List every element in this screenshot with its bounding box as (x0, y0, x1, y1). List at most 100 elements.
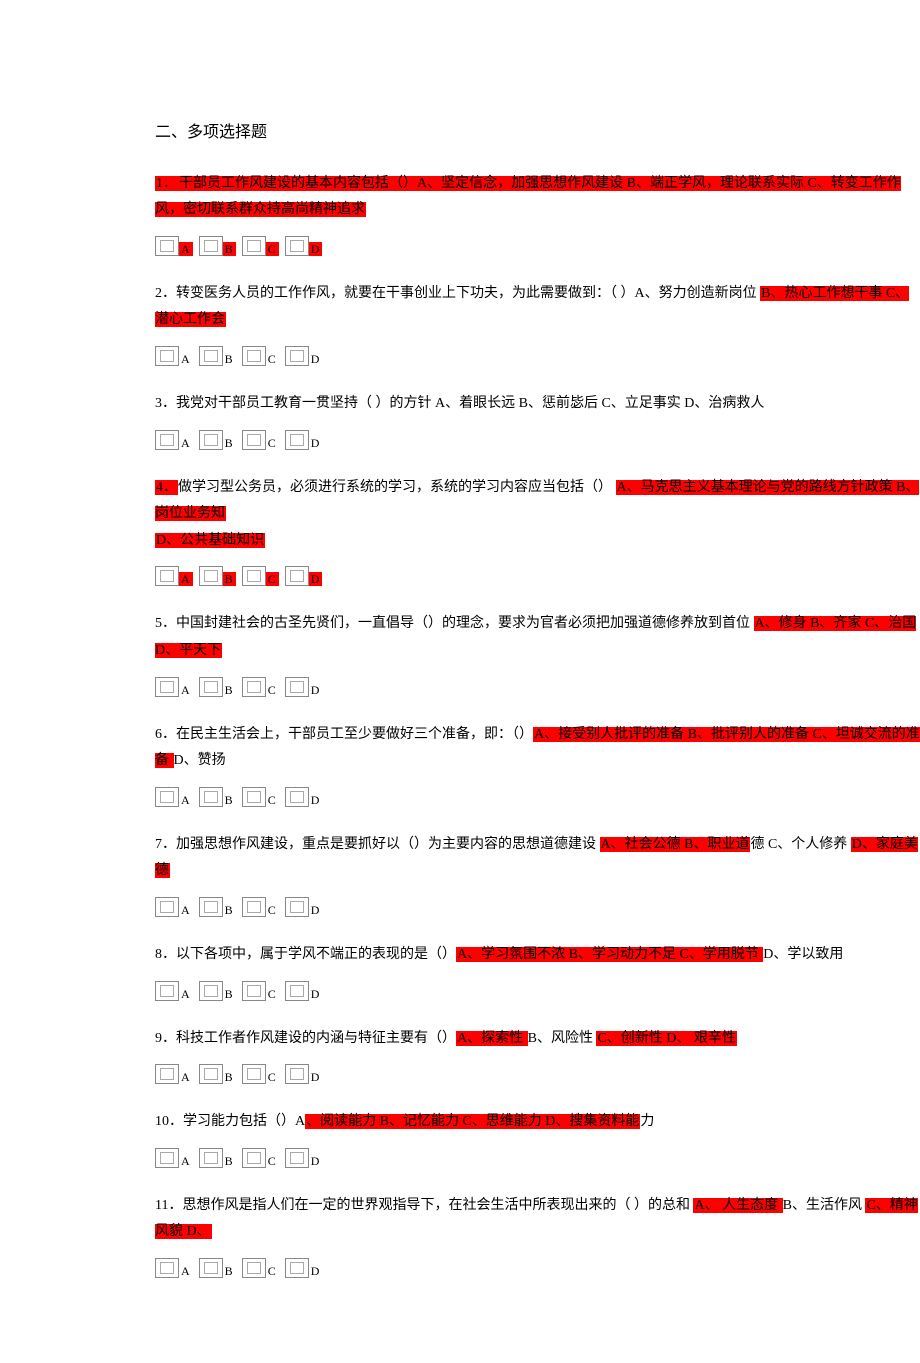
answer-option: A (155, 677, 193, 697)
question-text: 5．中国封建社会的古圣先贤们，一直倡导（）的理念，要求为官者必须把加强道德修养放… (155, 611, 920, 664)
question-number: 8． (155, 947, 176, 962)
answer-option: B (199, 236, 236, 256)
checkbox[interactable] (285, 566, 309, 586)
question-number: 9． (155, 1031, 176, 1046)
option-label: B (223, 1264, 236, 1278)
checkbox[interactable] (242, 1148, 266, 1168)
answer-options: ABCD (155, 1148, 920, 1168)
checkbox[interactable] (199, 677, 223, 697)
question: 8．以下各项中，属于学风不端正的表现的是（）A、学习氛围不浓 B、学习动力不足 … (155, 942, 920, 1001)
option-label: A (179, 1070, 193, 1084)
option-label: D (309, 436, 323, 450)
checkbox[interactable] (242, 1258, 266, 1278)
checkbox[interactable] (155, 1064, 179, 1084)
option-label: C (266, 1154, 279, 1168)
checkbox[interactable] (199, 897, 223, 917)
checkbox[interactable] (285, 1148, 309, 1168)
checkbox[interactable] (155, 897, 179, 917)
checkbox[interactable] (242, 346, 266, 366)
answer-option: A (155, 346, 193, 366)
checkbox[interactable] (285, 1258, 309, 1278)
answer-option: D (285, 236, 323, 256)
answer-options: ABCD (155, 346, 920, 366)
checkbox[interactable] (155, 1148, 179, 1168)
option-label: A (179, 683, 193, 697)
checkbox[interactable] (199, 430, 223, 450)
answer-option: D (285, 677, 323, 697)
checkbox[interactable] (199, 1258, 223, 1278)
option-label: C (266, 436, 279, 450)
checkbox[interactable] (242, 897, 266, 917)
option-label: C (266, 1264, 279, 1278)
checkbox[interactable] (199, 981, 223, 1001)
checkbox[interactable] (199, 787, 223, 807)
answer-option: B (199, 430, 236, 450)
answer-option: A (155, 897, 193, 917)
checkbox[interactable] (285, 787, 309, 807)
checkbox[interactable] (199, 236, 223, 256)
checkbox[interactable] (242, 566, 266, 586)
checkbox[interactable] (155, 1258, 179, 1278)
answer-option: D (285, 430, 323, 450)
answer-option: C (242, 566, 279, 586)
answer-option: C (242, 787, 279, 807)
answer-options: ABCD (155, 677, 920, 697)
checkbox[interactable] (155, 236, 179, 256)
answer-options: ABCD (155, 897, 920, 917)
option-label: B (223, 572, 236, 586)
question-text-segment: 中国封建社会的古圣先贤们，一直倡导（）的理念，要求为官者必须把加强道德修养放到首… (176, 616, 754, 631)
answer-option: C (242, 346, 279, 366)
answer-option: D (285, 1148, 323, 1168)
checkbox[interactable] (155, 787, 179, 807)
answer-option: C (242, 1064, 279, 1084)
question: 7．加强思想作风建设，重点是要抓好以（）为主要内容的思想道德建设 A、社会公德 … (155, 832, 920, 917)
checkbox[interactable] (242, 236, 266, 256)
checkbox[interactable] (285, 430, 309, 450)
question-text: 11．思想作风是指人们在一定的世界观指导下，在社会生活中所表现出来的（ ）的总和… (155, 1193, 920, 1246)
option-label: A (179, 1154, 193, 1168)
checkbox[interactable] (285, 981, 309, 1001)
answer-option: A (155, 981, 193, 1001)
checkbox[interactable] (155, 430, 179, 450)
section-title: 二、多项选择题 (155, 120, 920, 146)
option-label: D (309, 242, 323, 256)
checkbox[interactable] (155, 677, 179, 697)
option-label: B (223, 903, 236, 917)
checkbox[interactable] (199, 566, 223, 586)
checkbox[interactable] (242, 787, 266, 807)
checkbox[interactable] (155, 981, 179, 1001)
checkbox[interactable] (285, 677, 309, 697)
checkbox[interactable] (155, 346, 179, 366)
option-label: C (266, 987, 279, 1001)
checkbox[interactable] (199, 1148, 223, 1168)
answer-option: C (242, 677, 279, 697)
answer-option: C (242, 981, 279, 1001)
option-label: C (266, 572, 279, 586)
checkbox[interactable] (199, 346, 223, 366)
checkbox[interactable] (285, 236, 309, 256)
option-label: D (309, 987, 323, 1001)
checkbox[interactable] (285, 346, 309, 366)
option-label: D (309, 683, 323, 697)
checkbox[interactable] (242, 677, 266, 697)
answer-option: B (199, 897, 236, 917)
checkbox[interactable] (242, 981, 266, 1001)
checkbox[interactable] (199, 1064, 223, 1084)
answer-option: A (155, 566, 193, 586)
question-text-segment: 科技工作者作风建设的内涵与特征主要有（） (176, 1031, 456, 1046)
answer-option: D (285, 1064, 323, 1084)
checkbox[interactable] (242, 1064, 266, 1084)
answer-option: C (242, 897, 279, 917)
checkbox[interactable] (242, 430, 266, 450)
checkbox[interactable] (155, 566, 179, 586)
question-text: 9．科技工作者作风建设的内涵与特征主要有（）A、探索性 B、风险性 C、创新性 … (155, 1026, 920, 1053)
question-text-segment: A、学习氛围不浓 B、学习动力不足 C、学用脱节 (456, 947, 763, 962)
question-text: 7．加强思想作风建设，重点是要抓好以（）为主要内容的思想道德建设 A、社会公德 … (155, 832, 920, 885)
option-label: B (223, 242, 236, 256)
answer-option: B (199, 1064, 236, 1084)
option-label: D (309, 352, 323, 366)
checkbox[interactable] (285, 897, 309, 917)
option-label: B (223, 1070, 236, 1084)
checkbox[interactable] (285, 1064, 309, 1084)
answer-option: B (199, 787, 236, 807)
